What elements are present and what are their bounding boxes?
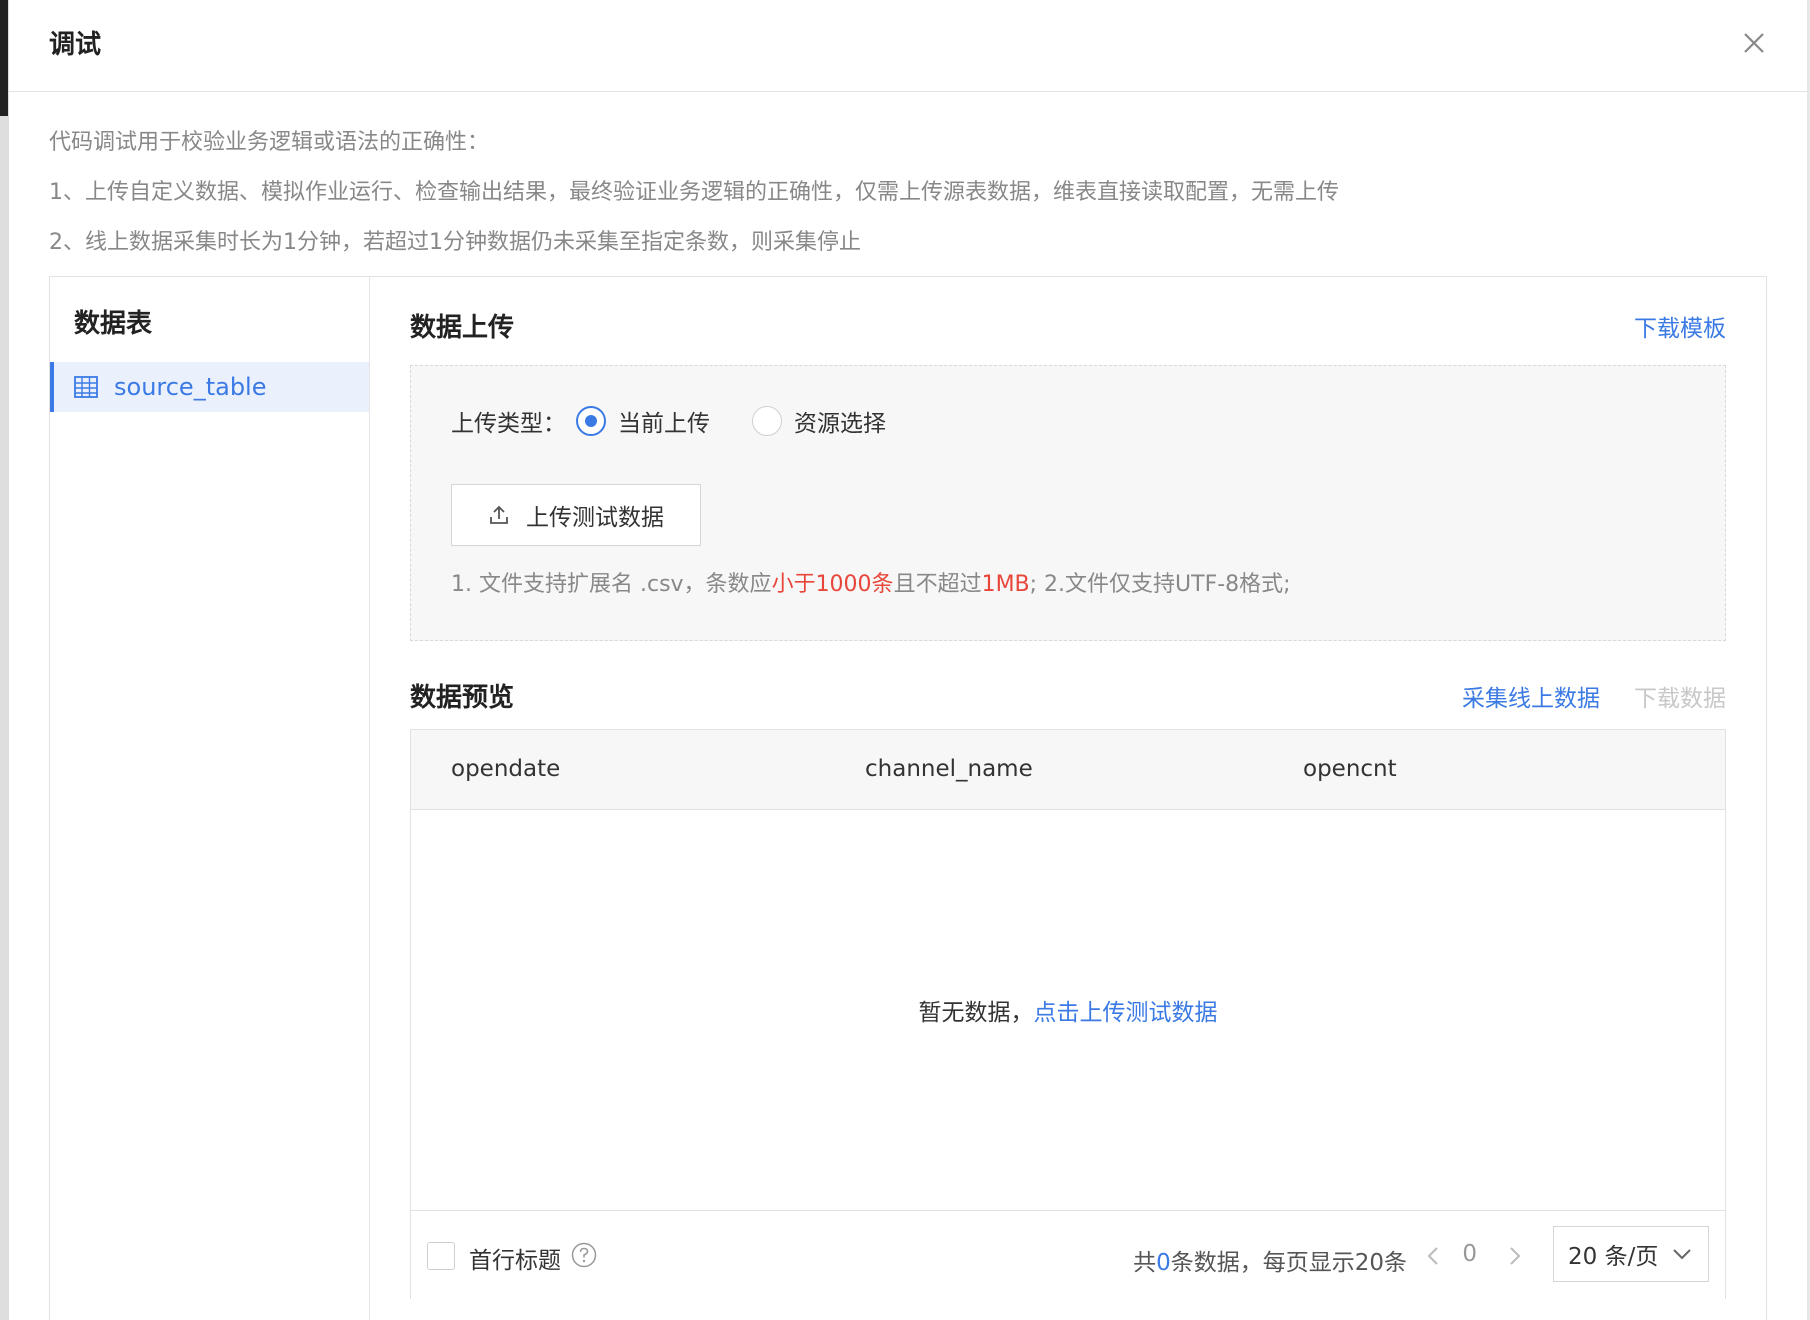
column-header: opencnt <box>1303 756 1397 782</box>
description: 代码调试用于校验业务逻辑或语法的正确性： 1、上传自定义数据、模拟作业运行、检查… <box>49 118 1339 268</box>
current-page: 0 <box>1462 1241 1477 1267</box>
chevron-down-icon <box>1673 1249 1691 1260</box>
upload-icon <box>490 505 508 524</box>
hint-limit-count: 小于1000条 <box>771 572 894 597</box>
total-count: 共0条数据，每页显示20条 <box>1133 1243 1407 1277</box>
first-row-header-label[interactable]: 首行标题 <box>469 1241 561 1275</box>
radio-resource-select[interactable] <box>752 406 782 436</box>
empty-text: 暂无数据， <box>918 1000 1034 1026</box>
chevron-left-icon[interactable] <box>1423 1245 1443 1267</box>
dialog-header: 调试 <box>9 0 1807 92</box>
total-suffix: 条数据，每页显示20条 <box>1170 1250 1407 1276</box>
sidebar-item-label: source_table <box>114 373 267 401</box>
collect-online-data-link[interactable]: 采集线上数据 <box>1462 679 1600 713</box>
column-header: channel_name <box>865 756 1033 782</box>
hint-limit-size: 1MB <box>981 572 1030 597</box>
table-header: opendate channel_name opencnt <box>411 730 1725 810</box>
upload-type-group: 上传类型： 当前上传 资源选择 <box>451 404 918 438</box>
dialog-title: 调试 <box>49 30 102 60</box>
radio-current-upload-label[interactable]: 当前上传 <box>618 404 710 438</box>
sidebar-item-source-table[interactable]: source_table <box>50 362 369 412</box>
total-number: 0 <box>1156 1250 1171 1276</box>
description-line: 1、上传自定义数据、模拟作业运行、检查输出结果，最终验证业务逻辑的正确性，仅需上… <box>49 180 1340 205</box>
sidebar: 数据表 source_table <box>50 277 370 1320</box>
debug-panel: 数据表 source_table 数据上传 下载模板 上传类型： 当前上传 资源… <box>49 276 1767 1320</box>
page-size-select[interactable]: 20 条/页 <box>1553 1226 1709 1282</box>
download-template-link[interactable]: 下载模板 <box>1634 309 1726 343</box>
preview-section-title: 数据预览 <box>410 683 515 713</box>
radio-resource-select-label[interactable]: 资源选择 <box>794 404 886 438</box>
debug-dialog: 调试 代码调试用于校验业务逻辑或语法的正确性： 1、上传自定义数据、模拟作业运行… <box>9 0 1807 1320</box>
upload-area: 上传类型： 当前上传 资源选择 上传测试数据 1. 文件支持扩展名 .csv，条… <box>410 365 1726 641</box>
hint-text: ; 2.文件仅支持UTF-8格式; <box>1029 572 1291 597</box>
first-row-header-checkbox[interactable] <box>427 1242 455 1270</box>
table-icon <box>74 376 98 398</box>
data-preview-table: opendate channel_name opencnt 暂无数据， 点击上传测… <box>410 729 1726 1300</box>
upload-test-data-button[interactable]: 上传测试数据 <box>451 484 701 546</box>
close-icon <box>1744 33 1764 53</box>
upload-button-label: 上传测试数据 <box>526 505 664 531</box>
upload-section-title: 数据上传 <box>410 313 515 343</box>
description-line: 代码调试用于校验业务逻辑或语法的正确性： <box>49 130 490 155</box>
upload-hint: 1. 文件支持扩展名 .csv，条数应小于1000条且不超过1MB; 2.文件仅… <box>451 566 1291 598</box>
download-data-link[interactable]: 下载数据 <box>1634 679 1726 713</box>
help-icon[interactable] <box>571 1242 597 1268</box>
radio-current-upload[interactable] <box>576 406 606 436</box>
sidebar-title: 数据表 <box>74 309 153 339</box>
page-size-value: 20 条/页 <box>1568 1244 1659 1270</box>
total-prefix: 共 <box>1133 1250 1157 1276</box>
chevron-right-icon[interactable] <box>1505 1245 1525 1267</box>
empty-state: 暂无数据， 点击上传测试数据 <box>411 810 1725 1210</box>
hint-text: 且不超过 <box>893 572 982 597</box>
description-line: 2、线上数据采集时长为1分钟，若超过1分钟数据仍未采集至指定条数，则采集停止 <box>49 230 861 255</box>
table-footer: 首行标题 共0条数据，每页显示20条 0 20 条/页 <box>411 1210 1725 1300</box>
backdrop-dark-strip <box>0 0 8 116</box>
upload-test-data-link[interactable]: 点击上传测试数据 <box>1034 993 1218 1027</box>
close-button[interactable] <box>1739 28 1769 58</box>
hint-text: 1. 文件支持扩展名 .csv，条数应 <box>451 572 772 597</box>
column-header: opendate <box>451 756 561 782</box>
upload-type-label: 上传类型： <box>451 411 566 437</box>
